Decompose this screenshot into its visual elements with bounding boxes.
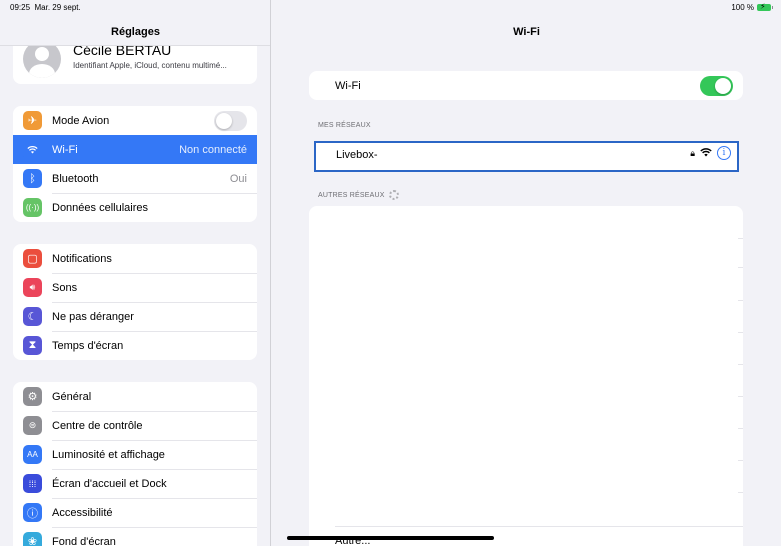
sidebar-title: Réglages	[111, 26, 160, 38]
sidebar-item-label: Données cellulaires	[52, 201, 148, 214]
info-icon[interactable]: i	[717, 146, 731, 160]
network-status-icons: 🔒︎ i	[690, 146, 731, 160]
sidebar-item-mode-avion[interactable]: ✈ Mode Avion	[13, 106, 257, 135]
toggles-icon: ⊜	[23, 416, 42, 435]
sidebar-item-label: Notifications	[52, 252, 112, 265]
sidebar-item-label: Accessibilité	[52, 506, 113, 519]
moon-icon: ☾	[23, 307, 42, 326]
settings-group-general: ⚙ Général ⊜ Centre de contrôle AA Lumino…	[13, 382, 257, 546]
wifi-detail-pane: Wi-Fi Wi-Fi MES RÉSEAUX Livebox- 🔒︎ i AU…	[272, 0, 781, 546]
sidebar-item-label: Général	[52, 390, 92, 403]
list-separator	[738, 300, 743, 301]
sidebar-header: Réglages	[0, 16, 270, 46]
list-separator	[738, 396, 743, 397]
network-name: Livebox-	[336, 149, 378, 161]
sidebar-item-label: Temps d'écran	[52, 339, 124, 352]
sidebar-item-label: Centre de contrôle	[52, 419, 143, 432]
accessibility-icon: ⓘ	[23, 503, 42, 522]
hourglass-icon: ⧗	[23, 336, 42, 355]
sidebar-item-fond-ecran[interactable]: ❀ Fond d'écran	[13, 527, 257, 546]
other-networks-label: AUTRES RÉSEAUX	[318, 191, 385, 199]
lock-icon: 🔒︎	[690, 147, 695, 158]
profile-subtitle: Identifiant Apple, iCloud, contenu multi…	[73, 61, 227, 70]
sidebar-item-label: Bluetooth	[52, 172, 99, 185]
sidebar-item-general[interactable]: ⚙ Général	[13, 382, 257, 411]
status-date: Mar. 29 sept.	[34, 3, 81, 12]
sidebar-item-ne-pas-deranger[interactable]: ☾ Ne pas déranger	[13, 302, 257, 331]
sidebar-item-label: Fond d'écran	[52, 535, 116, 546]
wifi-toggle[interactable]	[700, 76, 733, 96]
settings-group-notifications: ▢ Notifications 🔊︎ Sons ☾ Ne pas dérange…	[13, 244, 257, 360]
list-separator	[738, 492, 743, 493]
home-indicator[interactable]	[287, 536, 494, 540]
airplane-mode-toggle[interactable]	[214, 110, 247, 131]
loading-spinner-icon	[388, 190, 399, 200]
list-separator	[738, 364, 743, 365]
sidebar-item-bluetooth[interactable]: ᛒ Bluetooth Oui	[13, 164, 257, 193]
sidebar-item-accessibilite[interactable]: ⓘ Accessibilité	[13, 498, 257, 527]
wifi-signal-icon	[700, 147, 712, 159]
wifi-toggle-label: Wi-Fi	[335, 80, 361, 92]
page-title: Wi-Fi	[513, 26, 540, 38]
other-networks-list: Autre...	[309, 206, 743, 546]
sidebar-item-label: Écran d'accueil et Dock	[52, 477, 167, 490]
status-time-date: 09:25 Mar. 29 sept.	[10, 3, 81, 12]
antenna-icon: ((·))	[23, 198, 42, 217]
sidebar-item-label: Wi-Fi	[52, 143, 78, 156]
list-separator	[738, 460, 743, 461]
sidebar-item-label: Mode Avion	[52, 114, 110, 127]
sidebar-item-value: Oui	[229, 172, 247, 185]
wifi-icon	[23, 140, 42, 159]
sidebar-item-value: Non connecté	[179, 143, 247, 156]
other-networks-header: AUTRES RÉSEAUX	[318, 190, 399, 200]
grid-icon: ⁞⁞⁞	[23, 474, 42, 493]
list-separator	[738, 332, 743, 333]
sidebar-item-label: Ne pas déranger	[52, 310, 134, 323]
my-networks-header: MES RÉSEAUX	[318, 122, 371, 129]
sidebar-item-donnees-cellulaires[interactable]: ((·)) Données cellulaires	[13, 193, 257, 222]
wifi-toggle-row: Wi-Fi	[309, 71, 743, 100]
sidebar-item-label: Sons	[52, 281, 78, 294]
list-separator	[738, 267, 743, 268]
settings-group-connectivity: ✈ Mode Avion Wi-Fi Non connecté ᛒ Blueto…	[13, 106, 257, 222]
sidebar-item-temps-ecran[interactable]: ⧗ Temps d'écran	[13, 331, 257, 360]
network-row-livebox[interactable]: Livebox- 🔒︎ i	[314, 141, 739, 172]
sidebar-item-ecran-accueil[interactable]: ⁞⁞⁞ Écran d'accueil et Dock	[13, 469, 257, 498]
sidebar-item-luminosite[interactable]: AA Luminosité et affichage	[13, 440, 257, 469]
sidebar-item-wifi[interactable]: Wi-Fi Non connecté	[13, 135, 257, 164]
settings-sidebar: Réglages Cécile BERTAU Identifiant Apple…	[0, 0, 271, 546]
list-separator	[738, 238, 743, 239]
status-time: 09:25	[10, 3, 31, 12]
bluetooth-icon: ᛒ	[23, 169, 42, 188]
sidebar-item-label: Luminosité et affichage	[52, 448, 165, 461]
status-bar: 09:25 Mar. 29 sept. 100 % ⚡	[0, 0, 781, 16]
status-battery-area: 100 % ⚡	[731, 2, 773, 12]
battery-icon: ⚡	[757, 2, 773, 11]
wallpaper-icon: ❀	[23, 532, 42, 546]
sidebar-item-sons[interactable]: 🔊︎ Sons	[13, 273, 257, 302]
airplane-icon: ✈	[23, 111, 42, 130]
text-size-icon: AA	[23, 445, 42, 464]
speaker-icon: 🔊︎	[23, 278, 42, 297]
battery-percentage: 100 %	[731, 3, 754, 12]
sidebar-item-notifications[interactable]: ▢ Notifications	[13, 244, 257, 273]
list-separator	[738, 428, 743, 429]
notifications-icon: ▢	[23, 249, 42, 268]
gear-icon: ⚙	[23, 387, 42, 406]
sidebar-item-centre-de-controle[interactable]: ⊜ Centre de contrôle	[13, 411, 257, 440]
